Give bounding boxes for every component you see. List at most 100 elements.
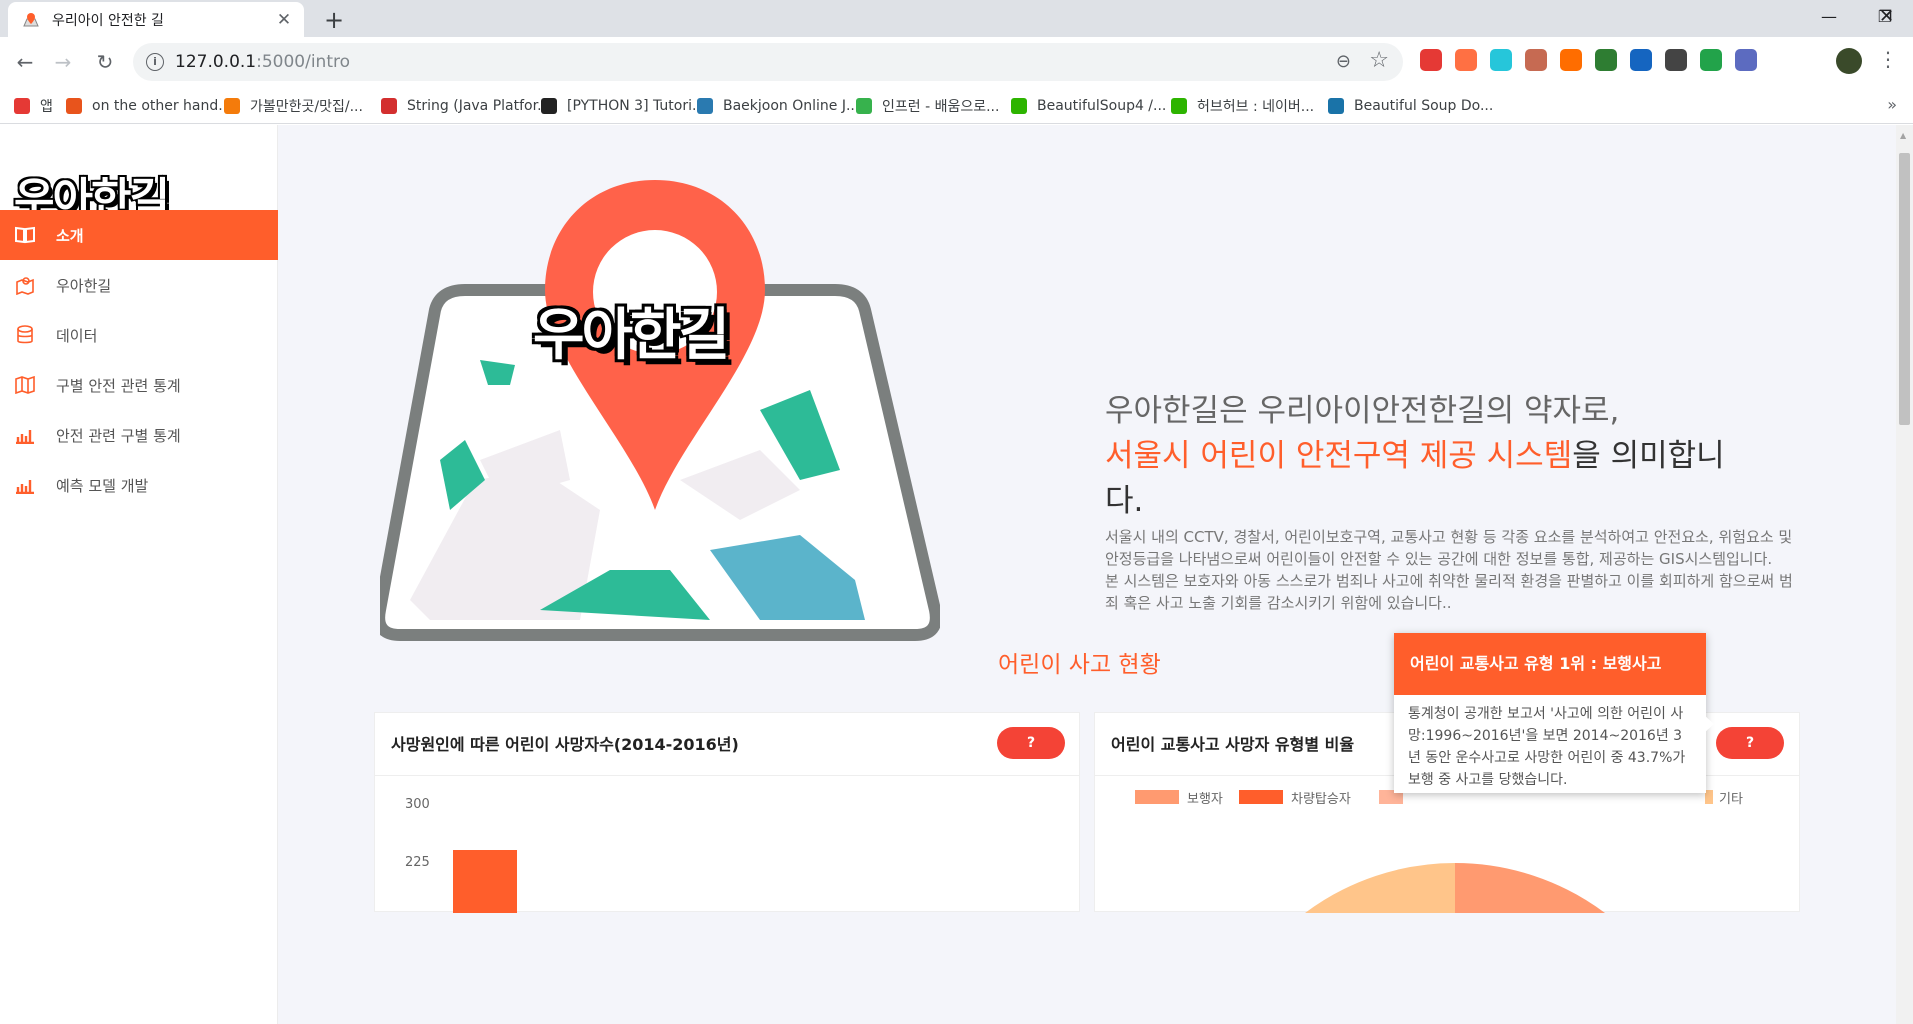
back-icon[interactable]: ← [10,47,40,77]
legend-label[interactable]: 차량탑승자 [1291,788,1351,807]
pie-chart [1305,863,1605,913]
bookmark-label: String (Java Platfor... [407,98,551,114]
bookmark-label: BeautifulSoup4 /... [1037,98,1167,114]
site-info-icon[interactable]: i [146,53,164,71]
chart-card-deaths-by-cause: 사망원인에 따른 어린이 사망자수(2014-2016년) ? 300 225 [374,712,1080,913]
bookmark-item[interactable]: 허브허브 : 네이버... [1171,96,1314,116]
bookmark-item[interactable]: on the other hand... [66,96,232,116]
forward-icon[interactable]: → [48,47,78,77]
hero-logo-text: 우아한길 [533,303,730,368]
bookmark-item[interactable]: 앱 [14,96,53,116]
close-window-icon[interactable]: ✕ [1860,0,1913,34]
bookmark-favicon-icon [856,98,872,114]
bookmark-favicon-icon [381,98,397,114]
bookmark-favicon-icon [14,98,30,114]
sidebar-item-district-stats[interactable]: 구별 안전 관련 통계 [0,360,278,410]
sidebar-item-prediction[interactable]: 예측 모델 개발 [0,460,278,510]
sidebar-item-intro[interactable]: 소개 [0,210,278,260]
bookmark-star-icon[interactable]: ☆ [1369,48,1389,73]
database-icon [14,324,36,346]
zoom-icon[interactable]: ⊖ [1336,51,1351,72]
bookmark-label: on the other hand... [92,98,232,114]
extension-icon[interactable] [1560,49,1582,71]
tooltip-header: 어린이 교통사고 유형 1위 : 보행사고 [1394,633,1706,695]
bookmark-label: 인프런 - 배움으로... [882,99,1000,115]
extension-icon[interactable] [1525,49,1547,71]
bookmark-item[interactable]: BeautifulSoup4 /... [1011,96,1166,116]
extension-icon[interactable] [1420,49,1442,71]
extension-icon[interactable] [1490,49,1512,71]
hero-illustration: 우아한길 [373,180,942,654]
sidebar-item-data[interactable]: 데이터 [0,310,278,360]
close-tab-icon[interactable]: ✕ [274,10,294,30]
intro-paragraph-1: 서울시 내의 CCTV, 경찰서, 어린이보호구역, 교통사고 현황 등 각종 … [1105,528,1793,568]
intro-line-1: 우아한길은 우리아이안전한길의 약자로, [1105,393,1620,429]
y-tick-label: 300 [405,797,430,812]
bookmarks-bar: » 앱 on the other hand... 가볼만한곳/맛집/... Strin… [0,87,1913,124]
minimize-icon[interactable]: — [1801,0,1857,34]
card-divider [375,775,1079,776]
extension-icon[interactable] [1595,49,1617,71]
address-bar[interactable]: i 127.0.0.1:5000/intro ⊖ ☆ [133,43,1403,81]
bookmark-label: 허브허브 : 네이버... [1197,99,1315,115]
profile-avatar[interactable] [1836,48,1862,74]
intro-headline: 우아한길은 우리아이안전한길의 약자로, 서울시 어린이 안전구역 제공 시스템… [1105,389,1795,524]
intro-line-2-rest: 을 의미합니 [1572,438,1725,474]
intro-line-2: 서울시 어린이 안전구역 제공 시스템을 의미합니 [1105,434,1795,479]
bookmark-item[interactable]: Beautiful Soup Do... [1328,96,1493,116]
section-title: 어린이 사고 현황 [998,652,1161,678]
bookmark-favicon-icon [541,98,557,114]
url-host: 127.0.0.1 [175,52,257,72]
browser-tab[interactable]: 우리아이 안전한 길 ✕ [8,2,304,37]
bookmark-item[interactable]: 인프런 - 배움으로... [856,96,999,116]
legend-label[interactable]: 기타 [1719,788,1743,807]
bookmark-item[interactable]: String (Java Platfor... [381,96,550,116]
browser-menu-icon[interactable]: ⋮ [1878,47,1898,71]
bookmark-favicon-icon [1011,98,1027,114]
chart-bar[interactable] [453,850,517,913]
page-scrollbar[interactable]: ▲ [1896,125,1913,1024]
legend-label[interactable]: 보행자 [1187,788,1223,807]
book-icon [14,224,36,246]
tab-title: 우리아이 안전한 길 [52,12,164,29]
new-tab-button[interactable]: + [320,7,348,35]
bookmark-item[interactable]: Baekjoon Online J... [697,96,859,116]
browser-toolbar: ← → ↻ i 127.0.0.1:5000/intro ⊖ ☆ ⋮ [0,37,1913,87]
map-pin-icon [14,274,36,296]
bookmark-item[interactable]: [PYTHON 3] Tutori... [541,96,705,116]
extension-icon[interactable] [1665,49,1687,71]
sidebar-item-label: 예측 모델 개발 [56,476,149,495]
bookmark-favicon-icon [1171,98,1187,114]
bookmark-favicon-icon [1328,98,1344,114]
sidebar-item-label: 안전 관련 구별 통계 [56,426,181,445]
extension-icon[interactable] [1630,49,1652,71]
intro-text: 우아한길은 우리아이안전한길의 약자로, 서울시 어린이 안전구역 제공 시스템… [1105,389,1795,614]
map-pin-illustration [373,180,942,641]
sidebar: 우아한길 소개 우아한길 데이터 구별 안전 관련 통계 안전 관련 구별 통계… [0,125,278,1024]
sidebar-item-route[interactable]: 우아한길 [0,260,278,310]
url-text[interactable]: 127.0.0.1:5000/intro [175,52,350,72]
map-icon [14,374,36,396]
bookmark-favicon-icon [697,98,713,114]
help-button[interactable]: ? [997,727,1065,759]
reload-icon[interactable]: ↻ [90,47,120,77]
extension-icon[interactable] [1735,49,1757,71]
extension-icon[interactable] [1700,49,1722,71]
y-tick-label: 225 [405,855,430,870]
bookmark-label: 가볼만한곳/맛집/... [250,99,363,115]
extension-icon[interactable] [1455,49,1477,71]
bookmark-label: 앱 [40,99,53,115]
sidebar-item-label: 구별 안전 관련 통계 [56,376,181,395]
scrollbar-thumb[interactable] [1899,153,1910,425]
sidebar-item-safety-stats[interactable]: 안전 관련 구별 통계 [0,410,278,460]
url-path: :5000/intro [256,52,351,72]
legend-swatch [1705,790,1713,804]
help-button[interactable]: ? [1716,727,1784,759]
sidebar-item-label: 소개 [56,226,84,245]
bookmark-item[interactable]: 가볼만한곳/맛집/... [224,96,363,116]
scroll-up-icon[interactable]: ▲ [1900,131,1906,140]
sidebar-item-label: 우아한길 [56,276,112,295]
intro-highlight: 서울시 어린이 안전구역 제공 시스템 [1105,438,1573,474]
bar-chart-icon [14,424,36,446]
bookmarks-overflow-icon[interactable]: » [1887,95,1897,114]
